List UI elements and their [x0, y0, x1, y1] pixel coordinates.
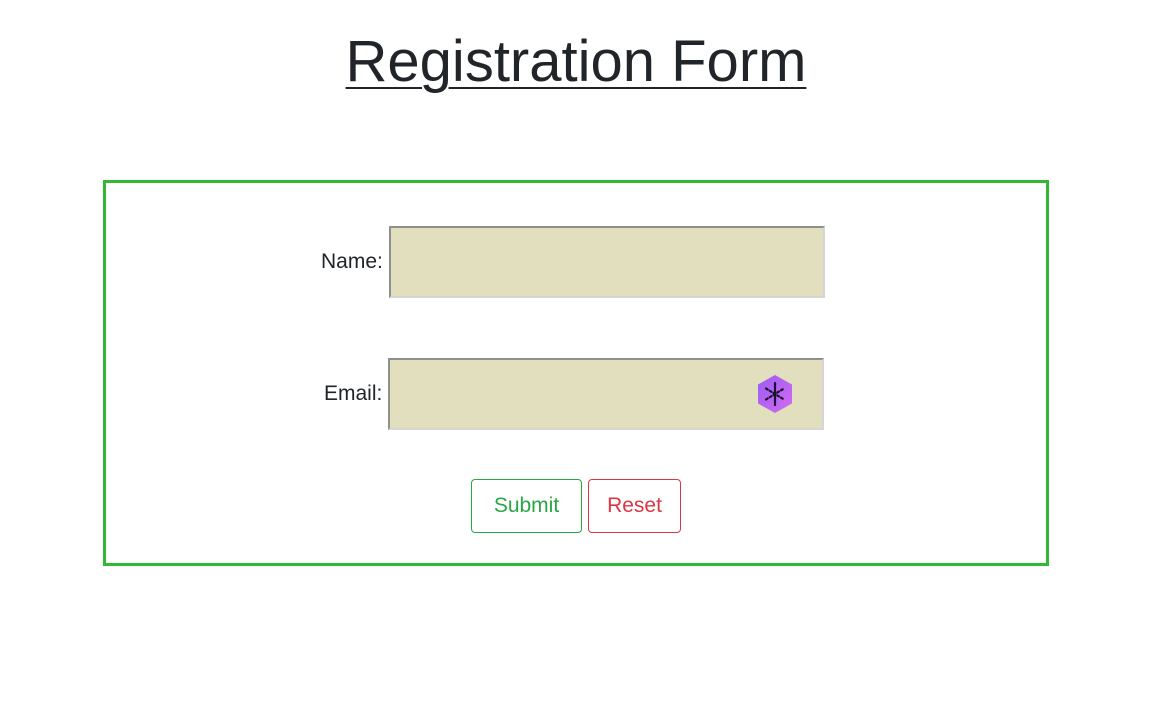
- page: Registration Form Name: Email: Submit Re…: [0, 0, 1167, 708]
- email-row: Email:: [324, 358, 825, 430]
- email-input-wrapper: [388, 358, 825, 430]
- name-label: Name:: [321, 250, 383, 273]
- registration-form: Name: Email: Submit Reset: [103, 180, 1049, 566]
- hexagon-asterisk-icon[interactable]: [756, 374, 794, 414]
- name-input[interactable]: [388, 226, 825, 298]
- submit-button[interactable]: Submit: [471, 479, 582, 533]
- reset-button[interactable]: Reset: [588, 479, 681, 533]
- page-title: Registration Form: [345, 29, 807, 94]
- button-group: Submit Reset: [471, 479, 681, 533]
- email-label: Email:: [324, 382, 383, 405]
- name-row: Name:: [321, 226, 825, 298]
